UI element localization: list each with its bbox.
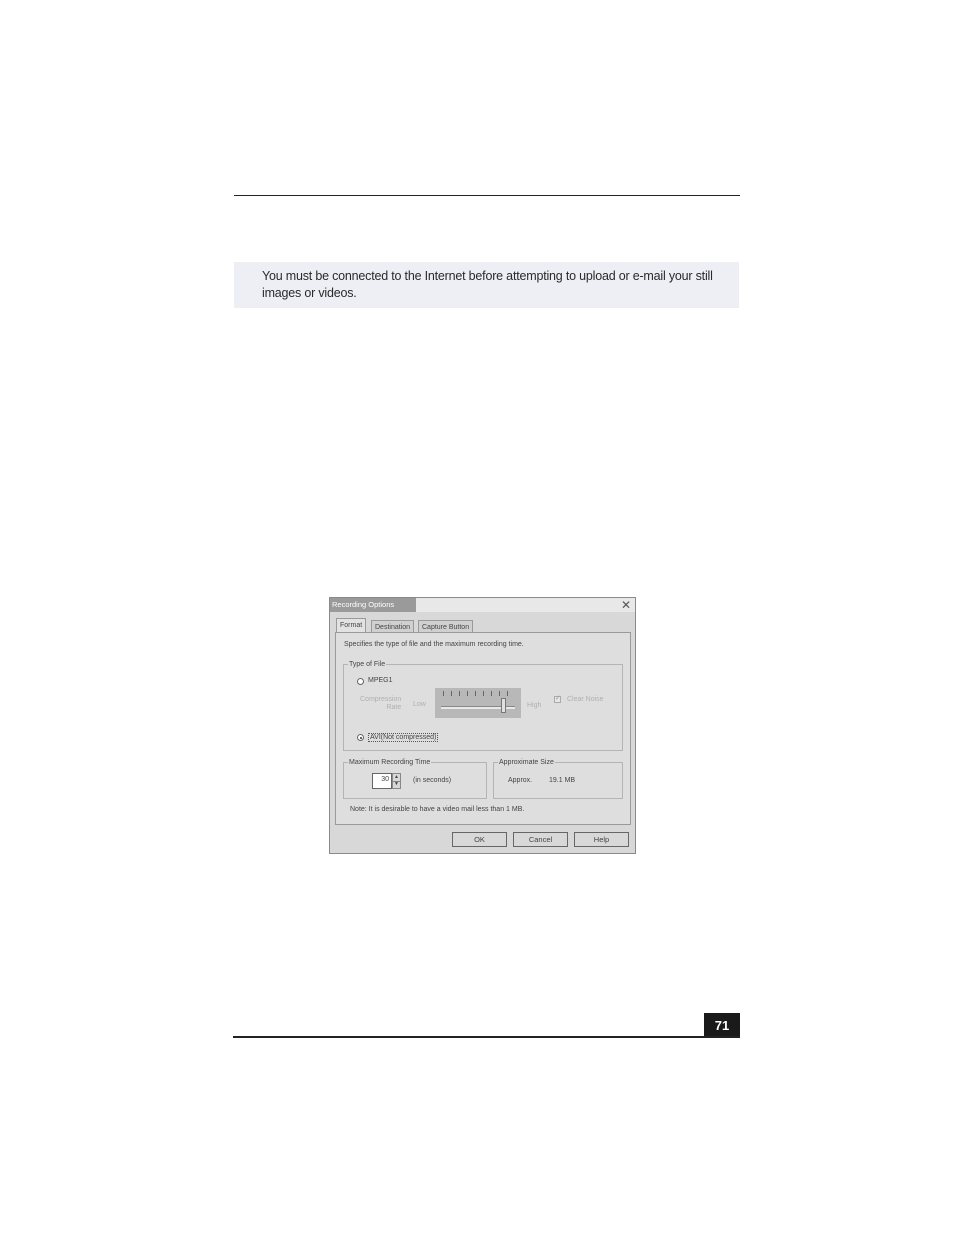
close-icon[interactable]: ✕ <box>621 598 631 612</box>
seconds-label: (in seconds) <box>413 777 452 784</box>
compression-label-line1: Compression <box>360 696 402 703</box>
slider-thumb[interactable] <box>501 698 506 713</box>
max-time-legend: Maximum Recording Time <box>348 758 432 767</box>
high-label: High <box>527 702 542 709</box>
recording-time-stepper[interactable]: ▲ ▼ <box>392 773 401 789</box>
approx-size-value: 19.1 MB <box>549 777 576 784</box>
footer-rule <box>233 1036 740 1038</box>
recording-options-dialog: Recording Options ✕ Format Destination C… <box>329 597 636 854</box>
approx-label: Approx. <box>508 777 533 784</box>
compression-label-line2: Rate <box>386 704 402 711</box>
note-text: You must be connected to the Internet be… <box>262 268 738 302</box>
note-box: You must be connected to the Internet be… <box>234 262 739 308</box>
spin-down-icon[interactable]: ▼ <box>393 781 400 788</box>
type-of-file-legend: Type of File <box>348 660 387 669</box>
footnote-text: Note: It is desirable to have a video ma… <box>350 806 525 813</box>
page-number: 71 <box>704 1013 740 1037</box>
radio-mpeg1[interactable] <box>357 678 364 685</box>
tab-format[interactable]: Format <box>336 618 367 633</box>
recording-time-input[interactable]: 30 <box>372 773 392 789</box>
approx-size-legend: Approximate Size <box>498 758 555 767</box>
format-panel: Specifies the type of file and the maxim… <box>335 632 631 825</box>
dialog-titlebar: Recording Options ✕ <box>330 598 635 612</box>
ok-button[interactable]: OK <box>452 832 507 847</box>
cancel-button[interactable]: Cancel <box>513 832 568 847</box>
instruction-text: Specifies the type of file and the maxim… <box>344 641 524 648</box>
note-line-1: You must be connected to the Internet be… <box>262 269 713 283</box>
note-line-2: images or videos. <box>262 286 357 300</box>
slider-ticks <box>443 691 513 696</box>
clear-noise-checkbox[interactable] <box>554 694 561 703</box>
dialog-title: Recording Options <box>330 598 416 612</box>
compression-rate-label: Compression Rate <box>360 696 401 712</box>
max-recording-time-group: Maximum Recording Time 30 ▲ ▼ (in second… <box>343 758 487 799</box>
clear-noise-label: Clear Noise <box>567 696 604 703</box>
low-label: Low <box>413 701 426 708</box>
mpeg1-label: MPEG1 <box>368 677 393 684</box>
header-rule <box>234 195 740 196</box>
approx-size-group: Approximate Size Approx. 19.1 MB <box>493 758 623 799</box>
radio-avi[interactable] <box>357 734 364 741</box>
compression-slider[interactable] <box>435 688 521 718</box>
help-button[interactable]: Help <box>574 832 629 847</box>
avi-label: AVI(Not compressed) <box>368 733 439 742</box>
